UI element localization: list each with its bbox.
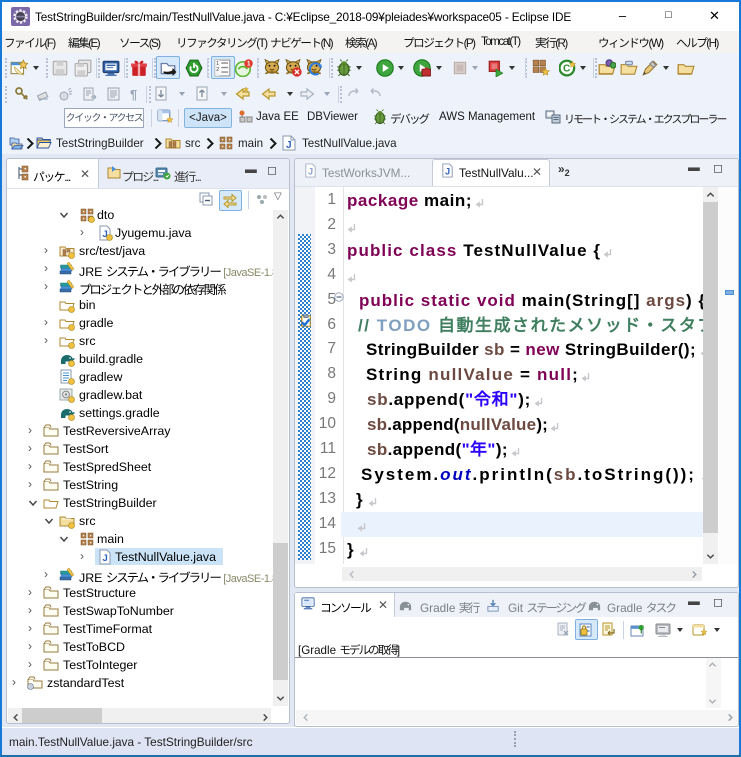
- svg-text:1: 1: [247, 61, 251, 68]
- svg-text:¶: ¶: [130, 87, 137, 102]
- svg-text:J: J: [308, 166, 313, 176]
- svg-text:2: 2: [216, 67, 219, 73]
- svg-text:J: J: [286, 140, 292, 151]
- svg-text:J: J: [103, 553, 108, 564]
- svg-text:J: J: [445, 166, 450, 176]
- svg-text:C: C: [563, 63, 571, 74]
